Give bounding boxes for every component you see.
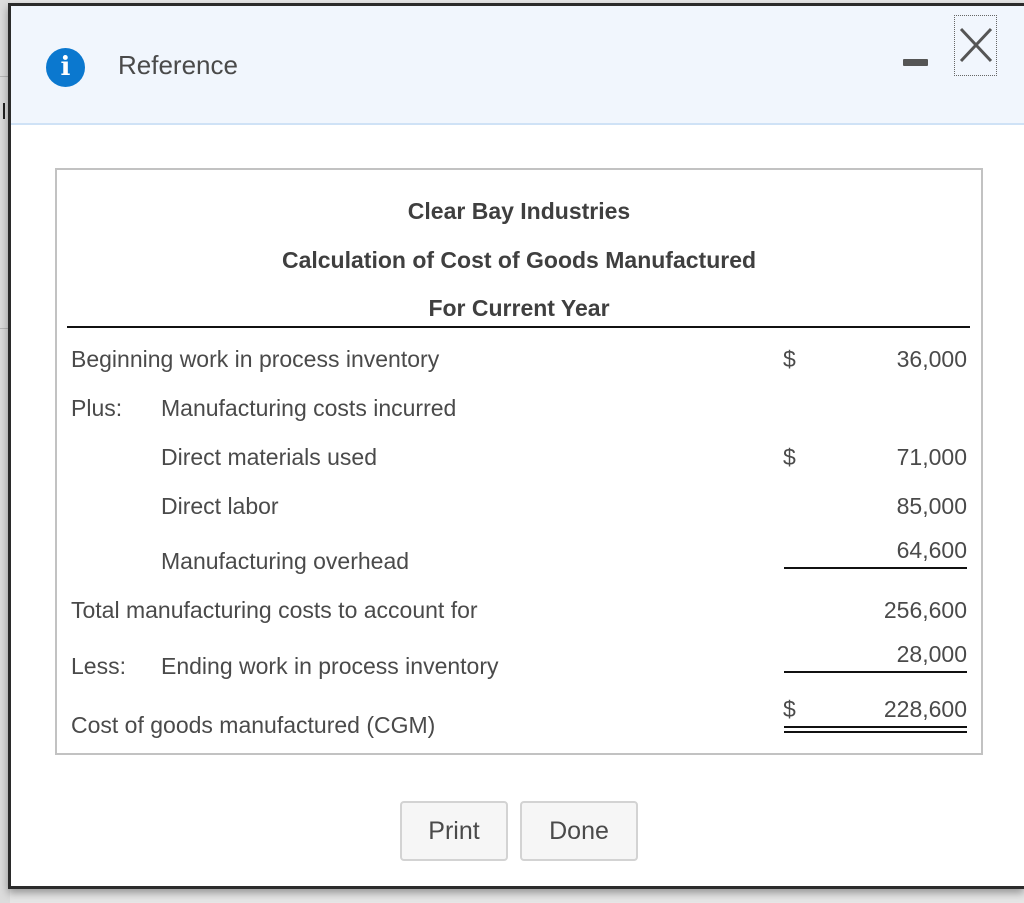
row-dollar-cgm: $	[783, 696, 796, 722]
dialog-title: Reference	[118, 50, 238, 80]
done-button[interactable]: Done	[520, 801, 638, 861]
reference-dialog: i Reference Clear Bay Industries Calcula…	[8, 3, 1024, 889]
subtotal-underline	[784, 567, 967, 569]
background-cursor-mark	[3, 103, 5, 119]
dialog-header: i Reference	[11, 6, 1024, 125]
cgm-double-underline-bottom	[784, 731, 967, 733]
ending-wip-underline	[784, 671, 967, 673]
cgm-report: Clear Bay Industries Calculation of Cost…	[55, 168, 983, 755]
row-value-ending-wip: 28,000	[896, 641, 967, 667]
statement-title: Calculation of Cost of Goods Manufacture…	[281, 247, 757, 273]
cgm-double-underline-top	[784, 726, 967, 728]
row-value-mfg-overhead: 64,600	[896, 537, 967, 563]
row-value-direct-labor: 85,000	[896, 493, 967, 519]
row-label-ending-wip: Ending work in process inventory	[161, 653, 499, 679]
company-name: Clear Bay Industries	[407, 198, 631, 224]
row-label-total-mfg-costs: Total manufacturing costs to account for	[71, 597, 478, 623]
info-icon: i	[46, 48, 85, 87]
row-dollar-direct-materials: $	[783, 444, 796, 470]
minimize-icon	[903, 59, 928, 66]
row-label-mfg-costs: Manufacturing costs incurred	[161, 395, 457, 421]
row-label-direct-labor: Direct labor	[161, 493, 279, 519]
row-prefix-less: Less:	[71, 653, 126, 679]
close-button[interactable]	[954, 15, 997, 76]
row-value-direct-materials: 71,000	[896, 444, 967, 470]
print-button[interactable]: Print	[400, 801, 508, 861]
row-label-direct-materials: Direct materials used	[161, 444, 378, 470]
close-icon	[959, 27, 993, 63]
row-value-total-mfg-costs: 256,600	[883, 597, 967, 623]
row-value-cgm: 228,600	[883, 696, 967, 722]
row-label-beginning-wip: Beginning work in process inventory	[71, 346, 440, 372]
row-label-mfg-overhead: Manufacturing overhead	[161, 548, 410, 574]
row-dollar-beginning-wip: $	[783, 346, 796, 372]
statement-period: For Current Year	[428, 295, 610, 321]
minimize-button[interactable]	[901, 56, 931, 68]
row-value-beginning-wip: 36,000	[896, 346, 967, 372]
row-prefix-plus: Plus:	[71, 395, 123, 421]
header-rule	[67, 326, 970, 328]
row-label-cgm: Cost of goods manufactured (CGM)	[71, 712, 436, 738]
